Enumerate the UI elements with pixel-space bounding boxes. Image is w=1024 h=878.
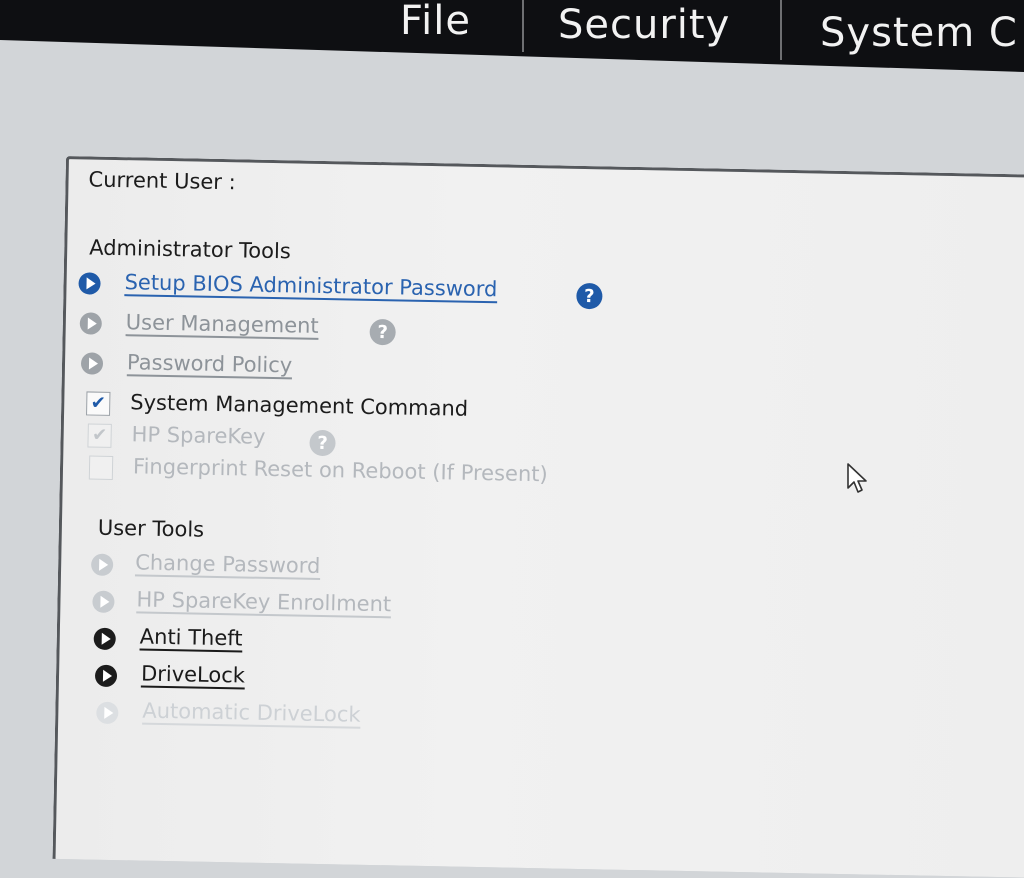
anti-theft-link[interactable]: Anti Theft bbox=[140, 625, 243, 651]
mouse-pointer-icon bbox=[847, 463, 867, 493]
arrow-bullet-icon bbox=[94, 664, 118, 688]
arrow-bullet-icon bbox=[96, 701, 119, 725]
arrow-bullet-icon bbox=[90, 553, 114, 576]
arrow-bullet-icon bbox=[79, 312, 102, 335]
menu-file[interactable]: File bbox=[400, 0, 471, 44]
change-password-link[interactable]: Change Password bbox=[135, 550, 321, 578]
arrow-bullet-icon bbox=[92, 590, 115, 614]
admin-tools-heading: Administrator Tools bbox=[89, 235, 292, 264]
help-icon[interactable]: ? bbox=[309, 429, 336, 457]
system-management-command-label: System Management Command bbox=[130, 390, 469, 421]
security-panel: Current User : Administrator Tools Setup… bbox=[52, 156, 1024, 878]
check-icon: ✔ bbox=[90, 392, 107, 414]
user-management-link[interactable]: User Management bbox=[126, 310, 319, 338]
fingerprint-reset-checkbox[interactable] bbox=[88, 455, 114, 480]
menu-security[interactable]: Security bbox=[558, 2, 730, 48]
hp-sparekey-checkbox[interactable]: ✔ bbox=[87, 423, 112, 448]
system-management-command-checkbox[interactable]: ✔ bbox=[86, 391, 111, 416]
arrow-bullet-icon bbox=[80, 352, 104, 375]
current-user-label: Current User : bbox=[88, 167, 236, 195]
hp-sparekey-enrollment-link[interactable]: HP SpareKey Enrollment bbox=[136, 587, 391, 616]
arrow-bullet-icon bbox=[93, 627, 116, 651]
hp-sparekey-label: HP SpareKey bbox=[131, 422, 266, 449]
user-tools-heading: User Tools bbox=[97, 515, 205, 542]
help-icon[interactable]: ? bbox=[576, 282, 603, 310]
password-policy-link[interactable]: Password Policy bbox=[127, 350, 293, 377]
check-icon: ✔ bbox=[91, 424, 108, 446]
automatic-drivelock-link[interactable]: Automatic DriveLock bbox=[142, 699, 361, 727]
setup-bios-admin-password-link[interactable]: Setup BIOS Administrator Password bbox=[124, 270, 497, 301]
help-icon[interactable]: ? bbox=[369, 318, 396, 346]
arrow-bullet-icon bbox=[78, 272, 101, 295]
menu-separator bbox=[780, 0, 782, 60]
menu-system[interactable]: System C bbox=[820, 10, 1018, 56]
drivelock-link[interactable]: DriveLock bbox=[141, 662, 245, 688]
fingerprint-reset-label: Fingerprint Reset on Reboot (If Present) bbox=[132, 454, 548, 487]
menu-separator bbox=[522, 0, 524, 52]
